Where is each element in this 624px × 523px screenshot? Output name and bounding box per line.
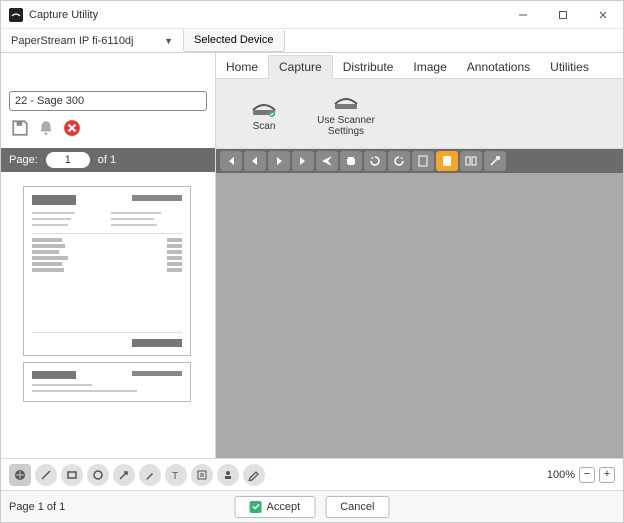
zoom-in-button[interactable]: + (599, 467, 615, 483)
titlebar: Capture Utility (1, 1, 623, 29)
pointer-tool[interactable] (9, 464, 31, 486)
check-icon (250, 501, 262, 513)
right-pane: Home Capture Distribute Image Annotation… (216, 53, 623, 458)
left-pane: 22 - Sage 300 Page: 1 of 1 (1, 53, 216, 458)
ribbon: Scan Use Scanner Settings (216, 79, 623, 149)
app-icon (9, 8, 23, 22)
accept-label: Accept (267, 501, 301, 513)
preview-area[interactable] (216, 173, 623, 458)
device-name: PaperStream IP fi-6110dj (11, 35, 134, 47)
tab-image[interactable]: Image (403, 56, 456, 78)
chevron-down-icon: ▼ (164, 36, 173, 46)
bell-icon[interactable] (37, 119, 55, 137)
circle-tool[interactable] (87, 464, 109, 486)
highlight-tool[interactable] (139, 464, 161, 486)
tab-annotations[interactable]: Annotations (457, 56, 540, 78)
scanner-settings-icon (332, 90, 360, 112)
save-icon[interactable] (11, 119, 29, 137)
rotate-right-button[interactable] (388, 151, 410, 171)
close-button[interactable] (583, 1, 623, 29)
selected-device-button[interactable]: Selected Device (183, 30, 285, 52)
page-number-input[interactable]: 1 (46, 152, 90, 168)
rectangle-tool[interactable] (61, 464, 83, 486)
scanner-settings-label: Use Scanner Settings (317, 115, 375, 137)
action-strip (216, 149, 623, 173)
profile-input[interactable]: 22 - Sage 300 (9, 91, 207, 111)
next-page-button[interactable] (268, 151, 290, 171)
cancel-label: Cancel (340, 501, 374, 513)
device-select[interactable]: PaperStream IP fi-6110dj ▼ (7, 31, 177, 51)
scanner-icon (250, 96, 278, 118)
page-bar: Page: 1 of 1 (1, 148, 215, 172)
note-tool[interactable] (191, 464, 213, 486)
send-button[interactable] (316, 151, 338, 171)
thumbnail-list (1, 172, 215, 458)
arrow-tool[interactable] (113, 464, 135, 486)
accept-button[interactable]: Accept (235, 496, 316, 518)
window-title: Capture Utility (29, 9, 503, 21)
rotate-left-button[interactable] (364, 151, 386, 171)
minimize-button[interactable] (503, 1, 543, 29)
tab-home[interactable]: Home (216, 56, 268, 78)
prev-page-button[interactable] (244, 151, 266, 171)
zoom-out-button[interactable]: − (579, 467, 595, 483)
tab-distribute[interactable]: Distribute (333, 56, 404, 78)
footer: Page 1 of 1 Accept Cancel (1, 490, 623, 522)
device-row: PaperStream IP fi-6110dj ▼ Selected Devi… (1, 29, 623, 53)
delete-icon[interactable] (63, 119, 81, 137)
expand-button[interactable] (484, 151, 506, 171)
thumbnail-page-2[interactable] (23, 362, 191, 402)
zoom-level: 100% (547, 469, 575, 481)
scan-button[interactable]: Scan (232, 85, 296, 142)
status-text: Page 1 of 1 (9, 501, 65, 513)
page-view-button[interactable] (412, 151, 434, 171)
cancel-button[interactable]: Cancel (325, 496, 389, 518)
text-tool[interactable]: T (165, 464, 187, 486)
last-page-button[interactable] (292, 151, 314, 171)
fit-page-button[interactable] (436, 151, 458, 171)
page-label: Page: (9, 154, 38, 166)
tab-utilities[interactable]: Utilities (540, 56, 599, 78)
tab-capture[interactable]: Capture (268, 55, 333, 79)
scan-label: Scan (253, 121, 276, 132)
dual-page-button[interactable] (460, 151, 482, 171)
maximize-button[interactable] (543, 1, 583, 29)
stamp-tool[interactable] (217, 464, 239, 486)
page-of: of 1 (98, 154, 116, 166)
thumbnail-page-1[interactable] (23, 186, 191, 356)
profile-value: 22 - Sage 300 (15, 95, 84, 107)
redact-tool[interactable] (243, 464, 265, 486)
svg-text:T: T (172, 471, 178, 481)
print-button[interactable] (340, 151, 362, 171)
scanner-settings-button[interactable]: Use Scanner Settings (314, 85, 378, 142)
zoom-controls: 100% − + (547, 467, 615, 483)
annotation-toolbar: T 100% − + (1, 458, 623, 490)
line-tool[interactable] (35, 464, 57, 486)
first-page-button[interactable] (220, 151, 242, 171)
tabs: Home Capture Distribute Image Annotation… (216, 53, 623, 79)
